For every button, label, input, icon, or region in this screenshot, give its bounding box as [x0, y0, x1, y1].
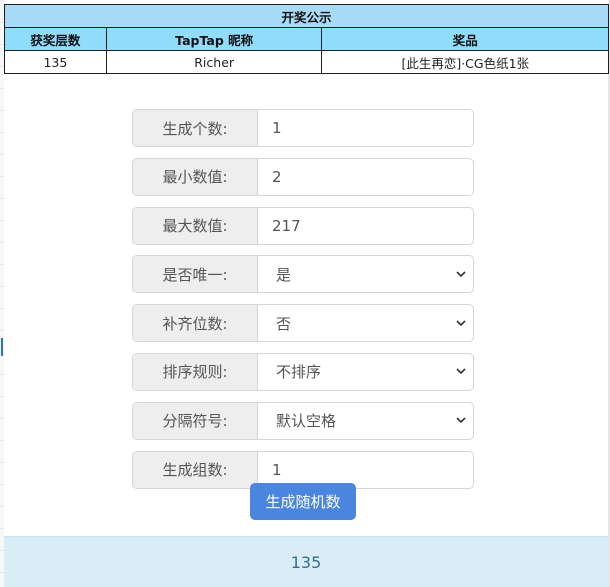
award-table: 开奖公示 获奖层数 TapTap 昵称 奖品 135 Richer [此生再恋]…	[4, 4, 609, 74]
header-floor: 获奖层数	[4, 27, 107, 51]
sort-label: 排序规则:	[133, 353, 258, 390]
separator-label: 分隔符号:	[133, 402, 258, 439]
result-value: 135	[290, 552, 322, 572]
separator-select[interactable]: 默认空格	[258, 403, 473, 439]
sort-row: 排序规则: 不排序	[132, 352, 474, 391]
unique-select-value: 是	[276, 265, 292, 284]
chevron-down-icon	[456, 367, 466, 377]
count-input[interactable]	[272, 119, 465, 137]
pad-select-value: 否	[276, 314, 292, 333]
min-label: 最小数值:	[133, 158, 258, 195]
unique-label: 是否唯一:	[133, 256, 258, 293]
left-gutter	[0, 0, 4, 587]
gutter-marker	[1, 338, 3, 356]
header-nickname: TapTap 昵称	[105, 27, 323, 51]
generate-button[interactable]: 生成随机数	[250, 483, 356, 520]
max-row: 最大数值:	[132, 206, 474, 245]
groups-input[interactable]	[272, 460, 465, 479]
cell-nickname: Richer	[105, 50, 323, 74]
separator-row: 分隔符号: 默认空格	[132, 401, 474, 440]
count-row: 生成个数:	[132, 109, 474, 147]
cell-prize: [此生再恋]·CG色纸1张	[321, 50, 609, 74]
separator-select-value: 默认空格	[276, 412, 337, 431]
sort-select[interactable]: 不排序	[258, 354, 473, 390]
table-row: 135 Richer [此生再恋]·CG色纸1张	[4, 50, 609, 74]
sort-select-value: 不排序	[276, 363, 322, 382]
unique-select[interactable]: 是	[258, 256, 473, 292]
pad-row: 补齐位数: 否	[132, 304, 474, 343]
min-input[interactable]	[272, 167, 465, 186]
max-label: 最大数值:	[133, 207, 258, 244]
random-number-form: 生成个数: 最小数值: 最大数值: 是否唯一: 是 补齐位数: 否 排序规则: …	[132, 109, 474, 499]
chevron-down-icon	[456, 269, 466, 279]
pad-select[interactable]: 否	[258, 305, 473, 341]
cell-floor: 135	[4, 50, 107, 74]
max-input[interactable]	[272, 216, 465, 235]
chevron-down-icon	[456, 416, 466, 426]
award-table-title: 开奖公示	[4, 4, 609, 28]
chevron-down-icon	[456, 318, 466, 328]
header-prize: 奖品	[321, 27, 609, 51]
groups-label: 生成组数:	[133, 451, 258, 488]
pad-label: 补齐位数:	[133, 305, 258, 342]
min-row: 最小数值:	[132, 157, 474, 196]
result-panel: 135	[4, 536, 608, 587]
unique-row: 是否唯一: 是	[132, 255, 474, 294]
count-label: 生成个数:	[133, 110, 258, 146]
